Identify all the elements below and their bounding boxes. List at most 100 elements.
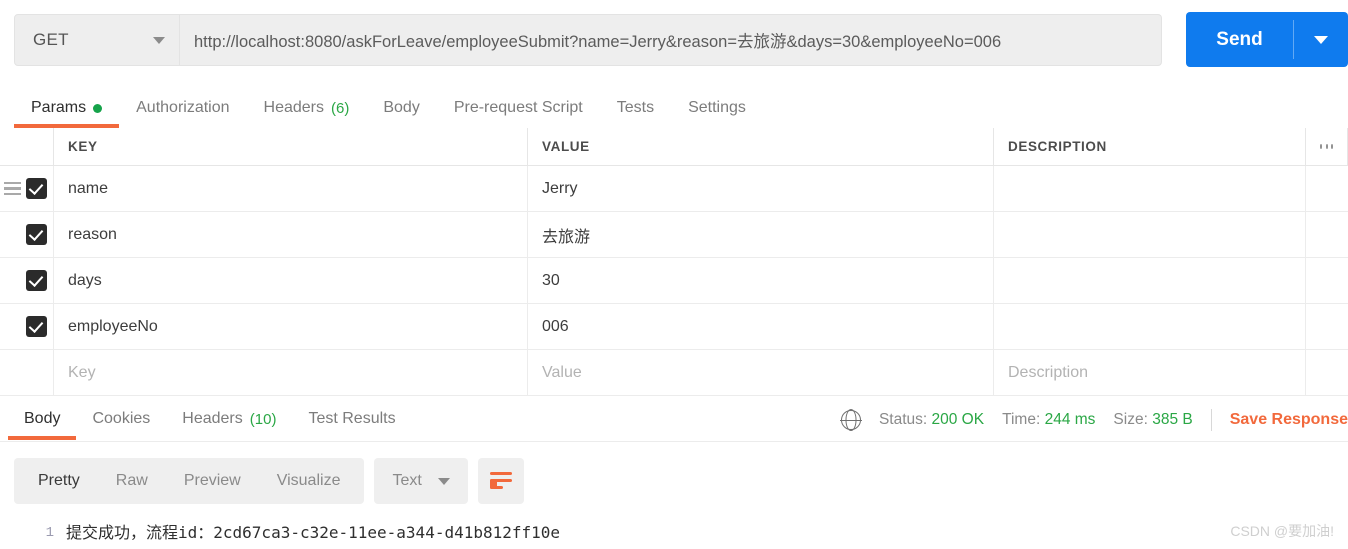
param-value[interactable]: 去旅游 <box>528 212 994 257</box>
param-key[interactable]: days <box>54 258 528 303</box>
table-row-empty[interactable]: Key Value Description <box>0 350 1348 396</box>
new-param-value-input[interactable]: Value <box>528 350 994 395</box>
tab-label: Test Results <box>308 410 396 427</box>
dot <box>1325 144 1328 149</box>
save-response-button[interactable]: Save Response <box>1230 411 1348 429</box>
drag-handle-icon[interactable] <box>4 181 21 196</box>
view-mode-pretty[interactable]: Pretty <box>20 458 98 504</box>
time-label: Time: <box>1002 411 1041 428</box>
tab-pre-request-script[interactable]: Pre-request Script <box>437 88 600 128</box>
response-tab-cookies[interactable]: Cookies <box>76 398 166 440</box>
chevron-down-icon <box>437 477 450 485</box>
param-description[interactable] <box>994 212 1306 257</box>
row-grip-cell <box>0 258 54 303</box>
response-body-text[interactable]: 提交成功，流程id：2cd67ca3-c32e-11ee-a344-d41b81… <box>66 520 560 546</box>
row-checkbox[interactable] <box>26 178 47 199</box>
url-input[interactable]: http://localhost:8080/askForLeave/employ… <box>180 14 1162 66</box>
param-value[interactable]: 30 <box>528 258 994 303</box>
params-modified-dot-icon <box>93 103 103 113</box>
dot <box>1331 144 1333 149</box>
url-text: http://localhost:8080/askForLeave/employ… <box>194 33 1002 51</box>
size-label: Size: <box>1113 411 1148 428</box>
param-key[interactable]: name <box>54 166 528 211</box>
tab-label: Authorization <box>136 99 230 116</box>
row-checkbox[interactable] <box>26 316 47 337</box>
chevron-down-icon <box>1314 35 1328 44</box>
param-description[interactable] <box>994 166 1306 211</box>
divider <box>1210 409 1212 431</box>
row-options <box>1306 350 1348 395</box>
table-row[interactable]: employeeNo 006 <box>0 304 1348 350</box>
tab-label: Params <box>31 99 87 116</box>
new-param-description-input[interactable]: Description <box>994 350 1306 395</box>
response-format-label: Text <box>392 472 422 489</box>
tab-label: Settings <box>688 99 746 116</box>
url-bar: GET http://localhost:8080/askForLeave/em… <box>0 0 1348 80</box>
response-format-select[interactable]: Text <box>374 458 468 504</box>
tab-label: Pre-request Script <box>453 99 583 116</box>
row-grip-cell <box>0 212 54 257</box>
postman-request-response-view: GET http://localhost:8080/askForLeave/em… <box>0 0 1348 549</box>
status-value: 200 OK <box>931 411 985 428</box>
row-checkbox[interactable] <box>26 270 47 291</box>
column-header-key: KEY <box>54 128 528 165</box>
new-param-key-input[interactable]: Key <box>54 350 528 395</box>
column-header-description: DESCRIPTION <box>994 128 1306 165</box>
status-group: Status: 200 OK <box>879 411 984 429</box>
view-mode-preview[interactable]: Preview <box>166 458 259 504</box>
param-value[interactable]: 006 <box>528 304 994 349</box>
row-options <box>1306 304 1348 349</box>
time-group: Time: 244 ms <box>1002 411 1095 429</box>
table-row[interactable]: days 30 <box>0 258 1348 304</box>
dot <box>1320 144 1322 149</box>
header-grip-cell <box>0 128 54 165</box>
response-tab-test-results[interactable]: Test Results <box>292 398 411 440</box>
word-wrap-icon <box>489 472 512 490</box>
tab-settings[interactable]: Settings <box>671 88 763 128</box>
http-method-select[interactable]: GET <box>14 14 180 66</box>
bulk-edit-options-icon[interactable] <box>1306 128 1348 165</box>
request-tabs: Params Authorization Headers (6) Body Pr… <box>0 88 1348 128</box>
response-tab-body[interactable]: Body <box>8 398 77 440</box>
param-key[interactable]: employeeNo <box>54 304 528 349</box>
column-header-value: VALUE <box>528 128 994 165</box>
tab-label: Body <box>24 410 61 427</box>
param-value[interactable]: Jerry <box>528 166 994 211</box>
tab-tests[interactable]: Tests <box>600 88 671 128</box>
tab-authorization[interactable]: Authorization <box>119 88 246 128</box>
response-body-toolbar: Pretty Raw Preview Visualize Text <box>14 458 524 504</box>
send-options-button[interactable] <box>1294 12 1348 67</box>
tab-label: Tests <box>616 99 655 116</box>
row-options <box>1306 258 1348 303</box>
time-value: 244 ms <box>1044 411 1096 428</box>
active-tab-underline <box>8 436 77 440</box>
status-label: Status: <box>878 411 928 428</box>
chevron-down-icon <box>153 36 165 44</box>
tab-body[interactable]: Body <box>366 88 436 128</box>
view-mode-raw[interactable]: Raw <box>98 458 166 504</box>
row-options <box>1306 212 1348 257</box>
word-wrap-button[interactable] <box>477 458 524 504</box>
http-method-label: GET <box>33 30 69 49</box>
tab-headers[interactable]: Headers (6) <box>247 88 367 128</box>
size-group: Size: 385 B <box>1113 411 1192 429</box>
view-mode-segmented-control: Pretty Raw Preview Visualize <box>14 458 365 504</box>
param-description[interactable] <box>994 304 1306 349</box>
watermark: CSDN @要加油! <box>1230 523 1334 539</box>
response-tab-headers[interactable]: Headers (10) <box>166 398 292 440</box>
row-checkbox[interactable] <box>26 224 47 245</box>
tab-params[interactable]: Params <box>14 88 120 128</box>
globe-icon[interactable] <box>840 410 862 430</box>
param-description[interactable] <box>994 258 1306 303</box>
tab-count: (6) <box>331 99 350 117</box>
table-row[interactable]: reason 去旅游 <box>0 212 1348 258</box>
table-row[interactable]: name Jerry <box>0 166 1348 212</box>
response-meta-bar: Status: 200 OK Time: 244 ms Size: 385 B … <box>840 398 1348 442</box>
send-button[interactable]: Send <box>1186 12 1293 67</box>
row-options <box>1306 166 1348 211</box>
row-grip-cell <box>0 304 54 349</box>
view-mode-visualize[interactable]: Visualize <box>259 458 359 504</box>
table-header-row: KEY VALUE DESCRIPTION <box>0 128 1348 166</box>
param-key[interactable]: reason <box>54 212 528 257</box>
tab-count: (10) <box>249 410 277 428</box>
